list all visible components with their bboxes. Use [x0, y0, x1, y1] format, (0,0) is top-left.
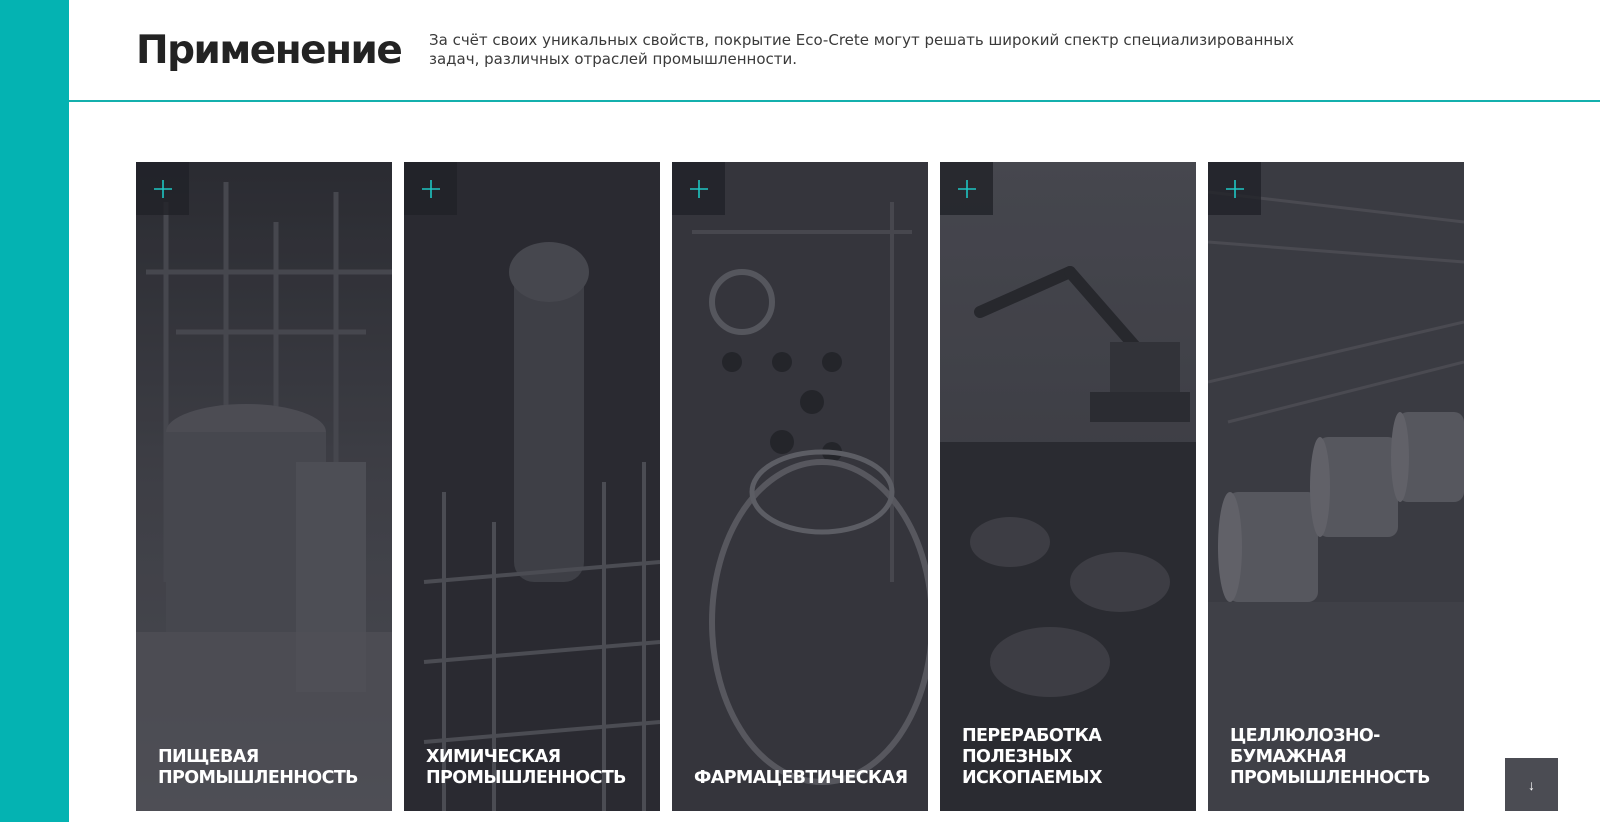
card-overlay	[404, 162, 660, 811]
plus-icon	[153, 179, 172, 198]
card-title: ХИМИЧЕСКАЯ ПРОМЫШЛЕННОСТЬ	[426, 747, 627, 788]
expand-button[interactable]	[672, 162, 725, 215]
expand-button[interactable]	[404, 162, 457, 215]
accent-side-bar	[0, 0, 69, 822]
expand-button[interactable]	[1208, 162, 1261, 215]
page-description: За счёт своих уникальных свойств, покрыт…	[429, 31, 1294, 68]
card-title: ПИЩЕВАЯ ПРОМЫШЛЕННОСТЬ	[158, 747, 359, 788]
card-pulp-paper[interactable]: ЦЕЛЛЮЛОЗНО- БУМАЖНАЯ ПРОМЫШЛЕННОСТЬ	[1208, 162, 1464, 811]
plus-icon	[1225, 179, 1244, 198]
card-pharmaceutical[interactable]: ФАРМАЦЕВТИЧЕСКАЯ	[672, 162, 928, 811]
card-title: ФАРМАЦЕВТИЧЕСКАЯ	[694, 768, 908, 788]
card-chemical-industry[interactable]: ХИМИЧЕСКАЯ ПРОМЫШЛЕННОСТЬ	[404, 162, 660, 811]
expand-button[interactable]	[940, 162, 993, 215]
plus-icon	[689, 179, 708, 198]
card-title: ПЕРЕРАБОТКА ПОЛЕЗНЫХ ИСКОПАЕМЫХ	[962, 726, 1102, 788]
page-title: Применение	[136, 28, 403, 73]
card-food-industry[interactable]: ПИЩЕВАЯ ПРОМЫШЛЕННОСТЬ	[136, 162, 392, 811]
card-overlay	[672, 162, 928, 811]
card-title: ЦЕЛЛЮЛОЗНО- БУМАЖНАЯ ПРОМЫШЛЕННОСТЬ	[1230, 726, 1431, 788]
card-overlay	[940, 162, 1196, 811]
arrow-down-icon: ↓	[1528, 776, 1535, 793]
card-mining[interactable]: ПЕРЕРАБОТКА ПОЛЕЗНЫХ ИСКОПАЕМЫХ	[940, 162, 1196, 811]
card-overlay	[136, 162, 392, 811]
section-header: Применение За счёт своих уникальных свой…	[69, 0, 1600, 102]
card-overlay	[1208, 162, 1464, 811]
expand-button[interactable]	[136, 162, 189, 215]
plus-icon	[957, 179, 976, 198]
plus-icon	[421, 179, 440, 198]
scroll-down-button[interactable]: ↓	[1505, 758, 1558, 811]
